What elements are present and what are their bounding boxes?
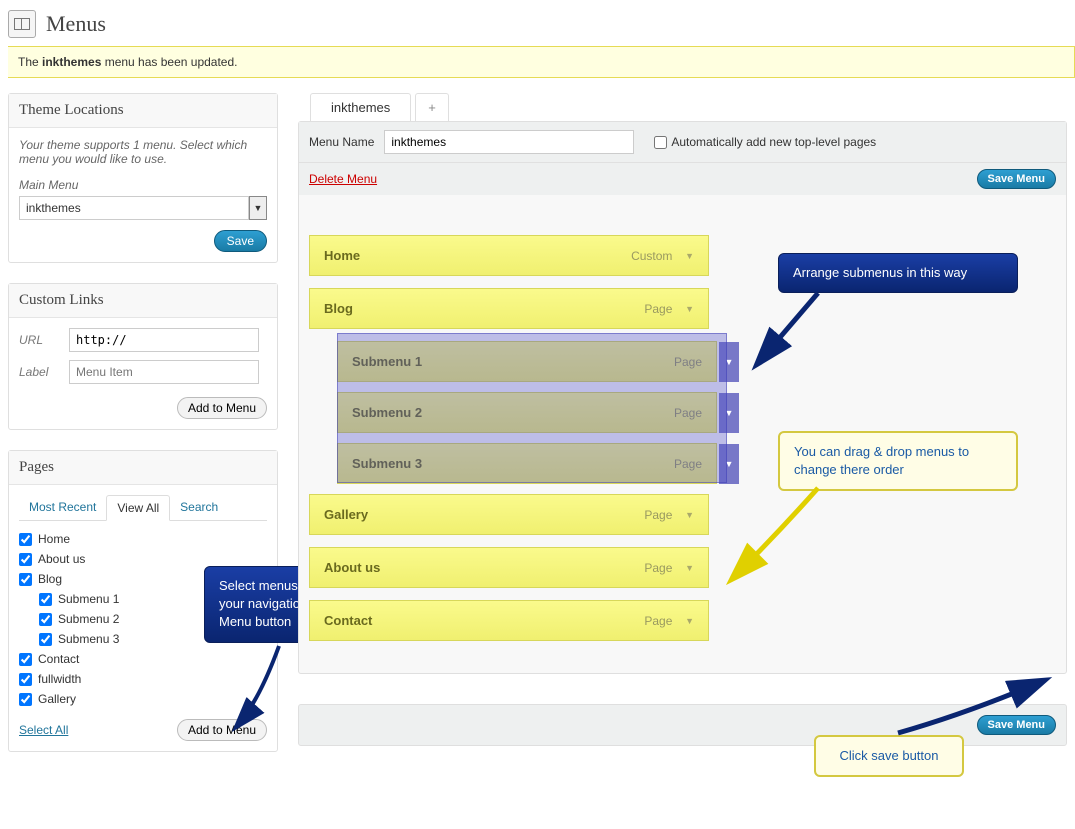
theme-locations-title: Theme Locations bbox=[9, 94, 277, 128]
label-label: Label bbox=[19, 365, 69, 379]
menu-tab-add[interactable]: + bbox=[415, 93, 449, 121]
add-pages-to-menu-button[interactable]: Add to Menu bbox=[177, 719, 267, 741]
main-menu-label: Main Menu bbox=[19, 178, 267, 192]
expand-submenu-icon[interactable]: ▼ bbox=[719, 393, 739, 433]
page-checkbox-item[interactable]: Gallery bbox=[19, 689, 267, 709]
update-notice: The inkthemes menu has been updated. bbox=[8, 46, 1075, 78]
delete-menu-link[interactable]: Delete Menu bbox=[309, 172, 377, 186]
theme-locations-panel: Theme Locations Your theme supports 1 me… bbox=[8, 93, 278, 263]
expand-submenu-icon[interactable]: ▼ bbox=[719, 444, 739, 484]
menu-item[interactable]: About usPage ▼ bbox=[309, 547, 709, 588]
theme-locations-desc: Your theme supports 1 menu. Select which… bbox=[19, 138, 267, 166]
url-label: URL bbox=[19, 333, 69, 347]
callout-drag-drop: You can drag & drop menus to change ther… bbox=[778, 431, 1018, 491]
menu-name-label: Menu Name bbox=[309, 135, 374, 149]
custom-links-panel: Custom Links URL Label Add to Menu bbox=[8, 283, 278, 430]
pages-title: Pages bbox=[9, 451, 277, 485]
auto-add-checkbox[interactable]: Automatically add new top-level pages bbox=[654, 135, 876, 149]
save-menu-button-bottom[interactable]: Save Menu bbox=[977, 715, 1056, 735]
tab-view-all[interactable]: View All bbox=[106, 495, 170, 521]
menu-item[interactable]: BlogPage ▼ bbox=[309, 288, 709, 329]
menu-item[interactable]: Submenu 2Page bbox=[337, 392, 717, 433]
custom-links-title: Custom Links bbox=[9, 284, 277, 318]
save-menu-button-top[interactable]: Save Menu bbox=[977, 169, 1056, 189]
dropdown-arrow-icon[interactable]: ▼ bbox=[249, 196, 267, 220]
menu-item[interactable]: GalleryPage ▼ bbox=[309, 494, 709, 535]
add-custom-link-button[interactable]: Add to Menu bbox=[177, 397, 267, 419]
label-input[interactable] bbox=[69, 360, 259, 384]
save-theme-location-button[interactable]: Save bbox=[214, 230, 267, 252]
page-title: Menus bbox=[46, 11, 106, 37]
page-checkbox-item[interactable]: Contact bbox=[19, 649, 267, 669]
select-all-link[interactable]: Select All bbox=[19, 723, 68, 737]
menu-item[interactable]: Submenu 3Page bbox=[337, 443, 717, 484]
tab-most-recent[interactable]: Most Recent bbox=[19, 495, 106, 520]
url-input[interactable] bbox=[69, 328, 259, 352]
main-menu-select[interactable]: inkthemes ▼ bbox=[19, 196, 267, 220]
menu-item[interactable]: ContactPage ▼ bbox=[309, 600, 709, 641]
pages-panel: Pages Most Recent View All Search HomeAb… bbox=[8, 450, 278, 752]
callout-arrange: Arrange submenus in this way bbox=[778, 253, 1018, 293]
menu-name-input[interactable] bbox=[384, 130, 634, 154]
callout-click-save: Click save button bbox=[814, 735, 964, 777]
expand-submenu-icon[interactable]: ▼ bbox=[719, 342, 739, 382]
tab-search[interactable]: Search bbox=[170, 495, 228, 520]
menu-item[interactable]: HomeCustom ▼ bbox=[309, 235, 709, 276]
menus-icon bbox=[8, 10, 36, 38]
page-checkbox-item[interactable]: fullwidth bbox=[19, 669, 267, 689]
page-checkbox-item[interactable]: Home bbox=[19, 529, 267, 549]
menu-tab-inkthemes[interactable]: inkthemes bbox=[310, 93, 411, 121]
menu-item[interactable]: Submenu 1Page bbox=[337, 341, 717, 382]
